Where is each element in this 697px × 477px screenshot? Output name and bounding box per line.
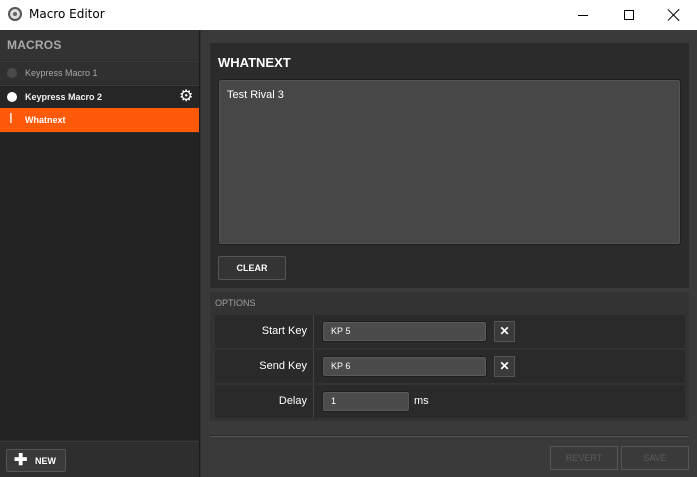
save-button[interactable]: SAVE [621, 446, 689, 470]
macro-item-keypress-macro-1[interactable]: Keypress Macro 1 [0, 61, 199, 84]
new-macro-button[interactable]: ✚ NEW [6, 449, 66, 472]
options-title: OPTIONS [215, 298, 256, 308]
delay-row: Delay 1 ms [215, 385, 685, 418]
close-button[interactable] [651, 0, 697, 30]
editor-panel: WHATNEXT Test Rival 3 CLEAR [210, 43, 689, 288]
delay-field[interactable]: 1 [322, 391, 410, 412]
start-key-field[interactable]: KP 5 [322, 321, 487, 342]
title-bar: Macro Editor [0, 0, 697, 30]
macro-item-keypress-macro-2[interactable]: Keypress Macro 2 ⚙ [0, 85, 199, 108]
close-icon: ✕ [499, 359, 510, 373]
macro-list-area [0, 133, 199, 440]
app-icon [8, 7, 22, 21]
send-key-field[interactable]: KP 6 [322, 356, 487, 377]
gear-icon[interactable]: ⚙ [179, 89, 195, 105]
window-title: Macro Editor [29, 7, 105, 21]
revert-button[interactable]: REVERT [550, 446, 618, 470]
minimize-icon [578, 14, 588, 16]
text-cursor-icon: I [9, 112, 13, 127]
status-dot-icon [7, 92, 17, 102]
macro-text-area[interactable]: Test Rival 3 [218, 79, 681, 245]
sidebar-header: MACROS [0, 30, 199, 60]
clear-button[interactable]: CLEAR [218, 256, 286, 280]
options-panel: OPTIONS Start Key KP 5 ✕ Send Key KP 6 ✕… [210, 292, 689, 421]
macro-item-label: Keypress Macro 1 [25, 68, 98, 78]
start-key-row: Start Key KP 5 ✕ [215, 315, 685, 348]
macro-item-label: Keypress Macro 2 [25, 92, 103, 102]
send-key-row: Send Key KP 6 ✕ [215, 350, 685, 383]
new-button-label: NEW [35, 456, 56, 466]
macro-item-label[interactable]: Whatnext [25, 115, 66, 125]
divider [210, 435, 689, 437]
status-dot-icon [7, 68, 17, 78]
delay-label: Delay [215, 385, 314, 418]
send-key-label: Send Key [215, 350, 314, 383]
maximize-icon [624, 10, 634, 20]
minimize-button[interactable] [560, 0, 606, 30]
macro-title: WHATNEXT [218, 55, 291, 70]
sidebar-title: MACROS [7, 38, 62, 52]
start-key-label: Start Key [215, 315, 314, 348]
macro-item-whatnext[interactable]: I Whatnext [0, 108, 199, 132]
maximize-button[interactable] [606, 0, 652, 30]
clear-start-key-button[interactable]: ✕ [494, 321, 515, 342]
clear-send-key-button[interactable]: ✕ [494, 356, 515, 377]
close-icon [668, 9, 680, 21]
sidebar-footer: ✚ NEW [0, 441, 199, 477]
main-panel: WHATNEXT Test Rival 3 CLEAR OPTIONS Star… [201, 30, 697, 477]
close-icon: ✕ [499, 324, 510, 338]
delay-unit: ms [414, 395, 429, 407]
plus-icon: ✚ [14, 452, 28, 469]
sidebar: MACROS Keypress Macro 1 Keypress Macro 2… [0, 30, 200, 477]
